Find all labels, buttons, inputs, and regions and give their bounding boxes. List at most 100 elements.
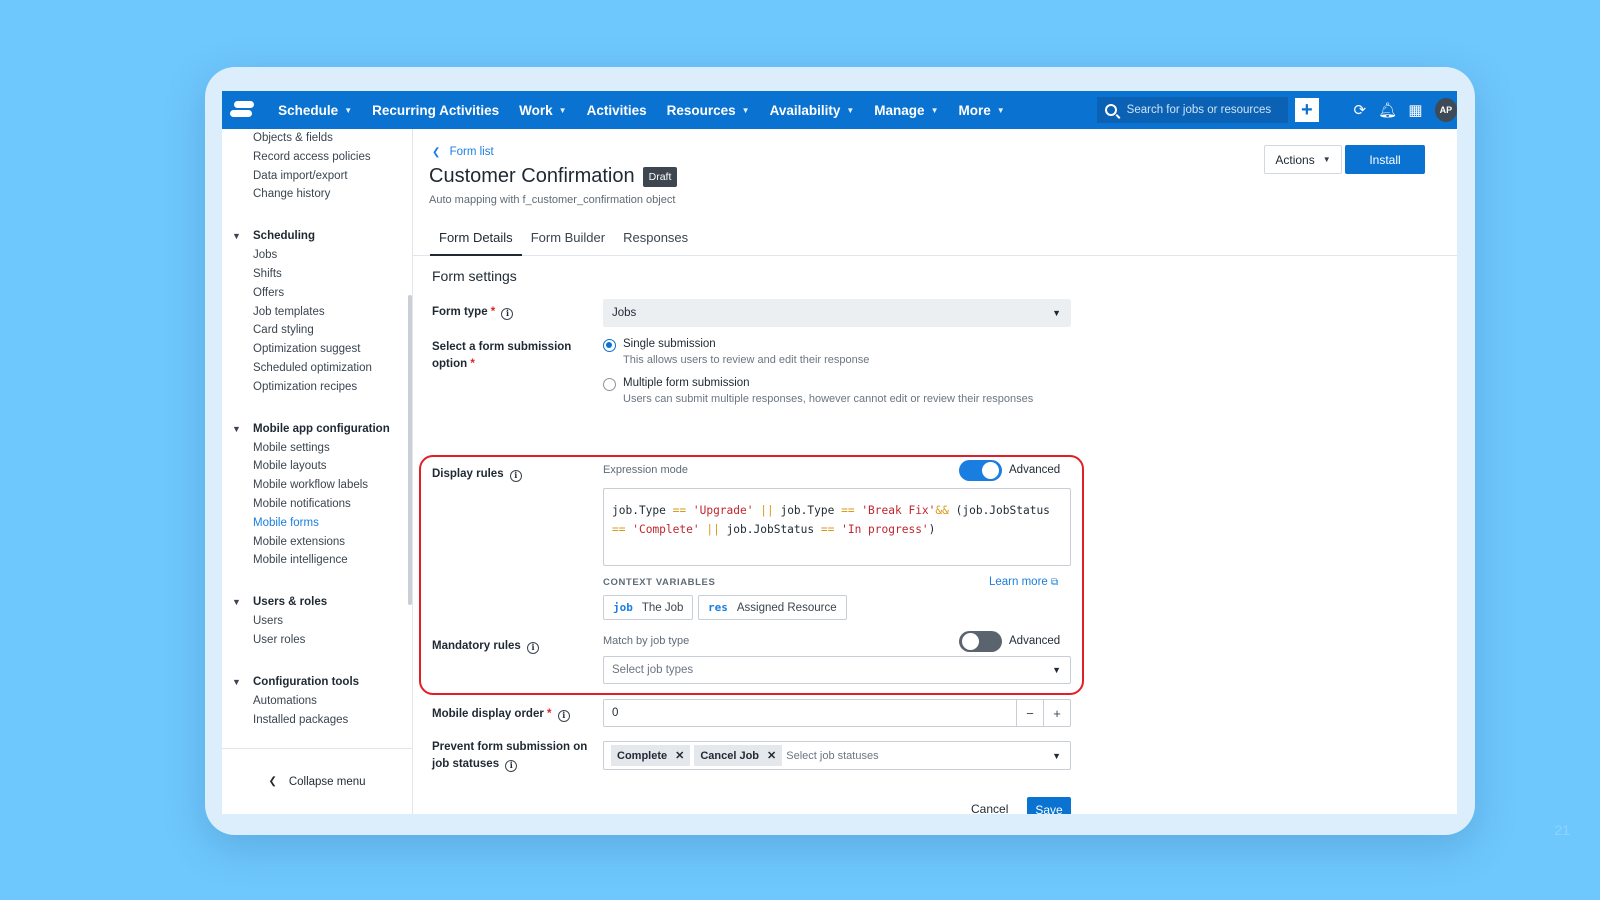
sidebar-item-mobile-intelligence[interactable]: Mobile intelligence [222, 551, 413, 570]
form-type-label-text: Form type [432, 306, 488, 318]
quantity-stepper[interactable]: 0 − + [603, 699, 1071, 727]
expression-token: || [760, 504, 774, 517]
tab-form-details[interactable]: Form Details [430, 218, 522, 256]
sidebar-item-optimization-suggest[interactable]: Optimization suggest [222, 340, 413, 359]
sidebar-item-job-templates[interactable]: Job templates [222, 303, 413, 322]
sidebar-item-user-roles[interactable]: User roles [222, 631, 413, 650]
nav-item-more[interactable]: More ▼ [948, 91, 1014, 129]
sidebar-item-mobile-layouts[interactable]: Mobile layouts [222, 457, 413, 476]
sidebar-group-configuration-tools[interactable]: ▼ Configuration tools [222, 672, 413, 692]
sidebar-item-mobile-extensions[interactable]: Mobile extensions [222, 533, 413, 552]
actions-button[interactable]: Actions ▼ [1264, 145, 1342, 174]
install-button[interactable]: Install [1345, 145, 1425, 174]
submission-option-label: Select a form submission option * [432, 339, 582, 373]
mandatory-rules-label: Mandatory rules i [432, 638, 540, 655]
job-statuses-multiselect[interactable]: Complete ✕ Cancel Job ✕ Select job statu… [603, 741, 1071, 770]
nav-item-label: Schedule [278, 102, 339, 118]
advanced-toggle-display[interactable] [959, 460, 1002, 481]
tab-responses[interactable]: Responses [614, 218, 697, 256]
radio-button[interactable] [603, 378, 616, 391]
sidebar-item-mobile-notifications[interactable]: Mobile notifications [222, 495, 413, 514]
sidebar-scrollbar[interactable] [408, 295, 412, 605]
breadcrumb[interactable]: ❮ Form list [432, 146, 494, 158]
tab-form-builder[interactable]: Form Builder [522, 218, 614, 256]
chevron-down-icon: ▼ [232, 597, 241, 608]
decrement-button[interactable]: − [1016, 700, 1043, 726]
form-type-select[interactable]: Jobs ▼ [603, 299, 1071, 327]
learn-more-link[interactable]: Learn more ⧉ [989, 576, 1058, 588]
nav-item-work[interactable]: Work ▼ [509, 91, 576, 129]
sidebar-item-installed-packages[interactable]: Installed packages [222, 711, 413, 730]
search-icon [1104, 104, 1117, 116]
slide-page-number: 21 [1554, 822, 1570, 838]
sidebar-item-card-styling[interactable]: Card styling [222, 321, 413, 340]
chevron-down-icon: ▼ [1052, 308, 1061, 318]
increment-button[interactable]: + [1043, 700, 1070, 726]
chevron-down-icon: ▼ [741, 105, 750, 115]
info-icon[interactable]: i [505, 759, 518, 772]
advanced-toggle-mandatory[interactable] [959, 631, 1002, 652]
job-types-select[interactable]: Select job types ▼ [603, 656, 1071, 684]
sidebar-item-mobile-workflow-labels[interactable]: Mobile workflow labels [222, 476, 413, 495]
info-icon[interactable]: i [509, 469, 522, 482]
expression-editor[interactable]: job.Type == 'Upgrade' || job.Type == 'Br… [603, 488, 1071, 566]
sidebar-item-scheduled-optimization[interactable]: Scheduled optimization [222, 359, 413, 378]
sidebar-item-record-access-policies[interactable]: Record access policies [222, 148, 413, 167]
nav-item-resources[interactable]: Resources ▼ [657, 91, 760, 129]
sidebar-item-change-history[interactable]: Change history [222, 185, 413, 204]
match-by-job-type-label: Match by job type [603, 635, 690, 647]
chevron-down-icon: ▼ [1052, 665, 1061, 675]
radio-multiple-submission[interactable]: Multiple form submission Users can submi… [603, 377, 1033, 405]
sidebar-item-shifts[interactable]: Shifts [222, 265, 413, 284]
sidebar-group-mobile-app-configuration[interactable]: ▼ Mobile app configuration [222, 419, 413, 439]
cancel-button[interactable]: Cancel [971, 802, 1008, 814]
sidebar-item-users[interactable]: Users [222, 612, 413, 631]
sidebar-item-automations[interactable]: Automations [222, 692, 413, 711]
info-icon[interactable]: i [557, 709, 570, 722]
expression-token: == [820, 523, 835, 536]
sync-icon[interactable]: ⟳ [1351, 100, 1370, 120]
sidebar-group-scheduling[interactable]: ▼ Scheduling [222, 226, 413, 246]
status-tag[interactable]: Cancel Job ✕ [694, 745, 783, 766]
sidebar-item-data-import-export[interactable]: Data import/export [222, 167, 413, 186]
app-logo[interactable] [230, 99, 254, 121]
collapse-menu-button[interactable]: ❮ Collapse menu [222, 748, 412, 814]
sidebar-item-offers[interactable]: Offers [222, 284, 413, 303]
remove-tag-icon[interactable]: ✕ [675, 749, 684, 762]
chevron-down-icon: ▼ [930, 105, 939, 115]
context-variable-chip[interactable]: job The Job [603, 595, 694, 620]
nav-item-schedule[interactable]: Schedule ▼ [268, 91, 362, 129]
sidebar-item-optimization-recipes[interactable]: Optimization recipes [222, 378, 413, 397]
remove-tag-icon[interactable]: ✕ [767, 749, 776, 762]
sidebar-item-mobile-forms[interactable]: Mobile forms [222, 514, 413, 533]
variable-label: Assigned Resource [736, 601, 837, 614]
radio-single-submission[interactable]: Single submission This allows users to r… [603, 338, 869, 366]
bell-icon[interactable]: 🔔︎ [1378, 100, 1397, 120]
avatar[interactable]: AP [1434, 98, 1457, 122]
stepper-value[interactable]: 0 [612, 707, 618, 719]
nav-item-recurring-activities[interactable]: Recurring Activities [362, 91, 509, 129]
sidebar-group-users-roles[interactable]: ▼ Users & roles [222, 592, 413, 612]
chevron-down-icon: ▼ [996, 105, 1005, 115]
radio-button-selected[interactable] [603, 339, 616, 352]
apps-grid-icon[interactable]: ▦ [1406, 100, 1425, 120]
nav-item-activities[interactable]: Activities [577, 91, 657, 129]
add-button[interactable]: + [1295, 98, 1319, 122]
info-icon[interactable]: i [501, 307, 514, 320]
save-button[interactable]: Save [1027, 797, 1071, 814]
nav-item-manage[interactable]: Manage ▼ [864, 91, 948, 129]
sidebar-item-jobs[interactable]: Jobs [222, 246, 413, 265]
expression-token: == [672, 504, 687, 517]
chevron-down-icon: ▼ [558, 105, 567, 115]
sidebar-item-mobile-settings[interactable]: Mobile settings [222, 439, 413, 458]
search-input[interactable]: Search for jobs or resources [1096, 97, 1289, 123]
expression-token: job.Type [773, 504, 842, 517]
sidebar-item-objects-fields[interactable]: Objects & fields [222, 129, 413, 148]
context-variable-chip[interactable]: res Assigned Resource [698, 595, 847, 620]
info-icon[interactable]: i [527, 641, 540, 654]
variable-code: res [708, 601, 728, 614]
status-tag[interactable]: Complete ✕ [611, 745, 691, 766]
app-window: Schedule ▼ Recurring Activities Work ▼ Activi… [222, 91, 1457, 814]
nav-item-availability[interactable]: Availability ▼ [760, 91, 865, 129]
toggle-knob [962, 633, 979, 650]
